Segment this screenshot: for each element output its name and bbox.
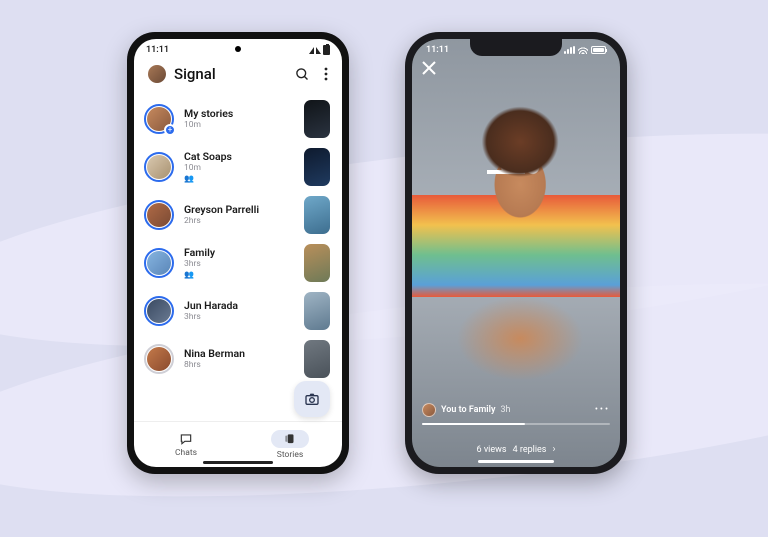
story-time: 10m: [184, 120, 298, 130]
more-vert-icon[interactable]: [324, 67, 328, 81]
notch: [470, 39, 562, 56]
story-row[interactable]: Family3hrs👥: [144, 239, 332, 287]
iphone-screen: 11:11 You to Family 3h ••• 6 views 4 rep…: [412, 39, 620, 467]
story-author-avatar[interactable]: [422, 403, 436, 417]
camera-fab[interactable]: [294, 381, 330, 417]
story-avatar: [144, 296, 174, 326]
search-icon[interactable]: [295, 67, 310, 82]
story-progress-bar: [422, 423, 610, 425]
story-thumbnail: [304, 196, 330, 234]
status-time: 11:11: [426, 45, 449, 55]
group-icon: 👥: [184, 174, 298, 183]
stories-list: +My stories10mCat Soaps10m👥Greyson Parre…: [134, 91, 342, 421]
group-icon: 👥: [184, 270, 298, 279]
plus-badge-icon: +: [164, 124, 176, 136]
story-meta-row: You to Family 3h •••: [422, 403, 610, 417]
app-title: Signal: [174, 65, 216, 83]
story-text: Family3hrs👥: [184, 247, 298, 280]
story-time: 3hrs: [184, 259, 298, 269]
story-avatar: [144, 344, 174, 374]
stories-icon: [283, 432, 297, 446]
story-avatar: +: [144, 104, 174, 134]
app-header: Signal: [134, 59, 342, 91]
story-thumbnail: [304, 100, 330, 138]
story-thumbnail: [304, 148, 330, 186]
story-author-line: You to Family: [441, 405, 495, 415]
close-icon: [422, 61, 436, 75]
chevron-right-icon: ›: [552, 444, 555, 455]
battery-icon: [591, 46, 606, 54]
wifi-icon: [578, 46, 588, 54]
nav-label: Chats: [175, 448, 197, 458]
story-row[interactable]: Cat Soaps10m👥: [144, 143, 332, 191]
camera-icon: [304, 391, 320, 407]
story-time: 2hrs: [184, 216, 298, 226]
story-name: Nina Berman: [184, 348, 298, 361]
cellular-icon: [564, 46, 575, 54]
android-phone-frame: 11:11 Signal +My stories10mCat Soaps10m👥…: [127, 32, 349, 474]
story-text: Greyson Parrelli2hrs: [184, 204, 298, 227]
story-name: Greyson Parrelli: [184, 204, 298, 217]
story-avatar: [144, 200, 174, 230]
story-name: Cat Soaps: [184, 151, 298, 164]
home-indicator: [478, 460, 554, 463]
story-text: Cat Soaps10m👥: [184, 151, 298, 184]
story-more-button[interactable]: •••: [595, 405, 610, 415]
story-time: 3hrs: [184, 312, 298, 322]
story-replies-label: 4 replies: [513, 445, 547, 455]
story-row[interactable]: Greyson Parrelli2hrs: [144, 191, 332, 239]
story-row[interactable]: Nina Berman8hrs: [144, 335, 332, 383]
battery-icon: [323, 45, 330, 55]
story-row[interactable]: + My stories10m: [144, 95, 332, 143]
profile-avatar[interactable]: [148, 65, 166, 83]
wifi-icon: [316, 47, 321, 54]
status-time: 11:11: [146, 45, 169, 55]
story-row[interactable]: Jun Harada3hrs: [144, 287, 332, 335]
gesture-bar: [203, 461, 273, 464]
story-views-label: 6 views: [477, 445, 507, 455]
camera-punch-hole: [235, 46, 241, 52]
story-name: Family: [184, 247, 298, 260]
story-time: 8hrs: [184, 360, 298, 370]
story-footer[interactable]: 6 views 4 replies ›: [412, 444, 620, 455]
story-text: Nina Berman8hrs: [184, 348, 298, 371]
nav-label: Stories: [277, 450, 303, 460]
story-name: Jun Harada: [184, 300, 298, 313]
signal-icon: [309, 47, 314, 54]
story-time: 10m: [184, 163, 298, 173]
close-button[interactable]: [422, 61, 436, 75]
story-thumbnail: [304, 292, 330, 330]
story-thumbnail: [304, 244, 330, 282]
story-text: My stories10m: [184, 108, 298, 131]
iphone-frame: 11:11 You to Family 3h ••• 6 views 4 rep…: [405, 32, 627, 474]
android-screen: 11:11 Signal +My stories10mCat Soaps10m👥…: [134, 39, 342, 467]
chat-bubble-icon: [179, 432, 193, 446]
story-name: My stories: [184, 108, 298, 121]
story-thumbnail: [304, 340, 330, 378]
story-avatar: [144, 152, 174, 182]
story-text: Jun Harada3hrs: [184, 300, 298, 323]
story-avatar: [144, 248, 174, 278]
story-age: 3h: [500, 405, 510, 415]
